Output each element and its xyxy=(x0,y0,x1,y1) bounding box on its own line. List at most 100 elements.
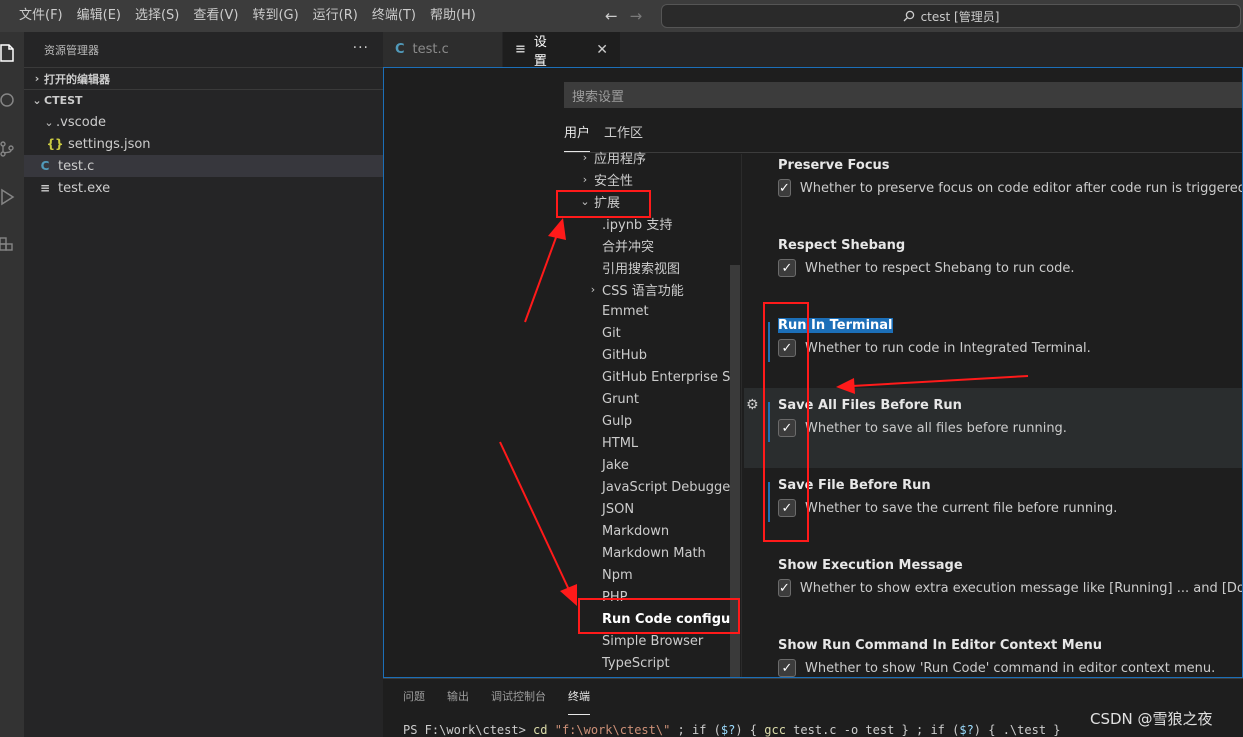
toc-item-references-view[interactable]: 引用搜索视图 xyxy=(564,256,739,278)
tab-output[interactable]: 输出 xyxy=(447,679,469,715)
setting-description: Whether to save the current file before … xyxy=(805,500,1118,516)
show-execution-message-checkbox[interactable]: ✓ xyxy=(778,579,791,597)
toc-label: TypeScript xyxy=(602,655,670,671)
menu-run[interactable]: 运行(R) xyxy=(306,0,365,32)
terminal-text: ; if ( xyxy=(670,723,721,737)
toc-item-emmet[interactable]: Emmet xyxy=(564,300,739,322)
setting-run-in-terminal: Run In Terminal ✓ Whether to run code in … xyxy=(744,308,1242,388)
toc-item-github-enterprise[interactable]: GitHub Enterprise Ser... xyxy=(564,366,739,388)
annotation-box-run-code xyxy=(578,598,740,634)
tab-problems[interactable]: 问题 xyxy=(403,679,425,715)
files-icon[interactable] xyxy=(0,44,16,62)
setting-description: Whether to show 'Run Code' command in ed… xyxy=(805,660,1216,676)
chevron-down-icon: ⌄ xyxy=(32,94,42,107)
tree-item-settings-json[interactable]: {} settings.json xyxy=(24,133,383,155)
tab-label: 设置 xyxy=(533,34,547,69)
tree-item-vscode-folder[interactable]: ⌄ .vscode xyxy=(24,111,383,133)
tab-terminal[interactable]: 终端 xyxy=(568,679,590,715)
toc-item-html[interactable]: HTML xyxy=(564,432,739,454)
annotation-box-extensions xyxy=(556,190,651,218)
settings-search-input[interactable]: 搜索设置 xyxy=(564,82,1242,108)
setting-title: Show Execution Message xyxy=(778,558,963,573)
setting-description: Whether to preserve focus on code editor… xyxy=(799,180,1243,196)
menu-edit[interactable]: 编辑(E) xyxy=(70,0,128,32)
menu-go[interactable]: 转到(G) xyxy=(245,0,305,32)
more-actions-icon[interactable]: ··· xyxy=(353,40,369,56)
toc-item-github[interactable]: GitHub xyxy=(564,344,739,366)
toc-label: 合并冲突 xyxy=(602,239,655,255)
toc-label: 应用程序 xyxy=(594,151,647,167)
toc-item-git[interactable]: Git xyxy=(564,322,739,344)
setting-description: Whether to show extra execution message … xyxy=(799,580,1243,596)
back-arrow-icon[interactable]: ← xyxy=(605,7,618,25)
menu-file[interactable]: 文件(F) xyxy=(12,0,70,32)
toc-separator xyxy=(741,154,742,677)
binary-file-icon: ≡ xyxy=(39,181,51,195)
preserve-focus-checkbox[interactable]: ✓ xyxy=(778,179,791,197)
toc-item-css[interactable]: › CSS 语言功能 xyxy=(564,278,739,300)
watermark: CSDN @雪狼之夜 xyxy=(1090,710,1213,728)
toc-item-grunt[interactable]: Grunt xyxy=(564,388,739,410)
terminal-text: ) { .\test } xyxy=(973,723,1061,737)
setting-show-run-command: Show Run Command In Editor Context Menu … xyxy=(744,628,1242,677)
toc-label: Markdown Math xyxy=(602,545,706,561)
menu-selection[interactable]: 选择(S) xyxy=(128,0,186,32)
activity-bar xyxy=(0,32,24,737)
search-icon[interactable] xyxy=(0,92,16,110)
forward-arrow-icon[interactable]: → xyxy=(630,7,643,25)
json-file-icon: {} xyxy=(46,137,64,151)
menu-bar: 文件(F) 编辑(E) 选择(S) 查看(V) 转到(G) 运行(R) 终端(T… xyxy=(0,0,483,32)
toc-item-npm[interactable]: Npm xyxy=(564,564,739,586)
setting-title: Save All Files Before Run xyxy=(778,398,962,413)
show-run-command-checkbox[interactable]: ✓ xyxy=(778,659,796,677)
respect-shebang-checkbox[interactable]: ✓ xyxy=(778,259,796,277)
menu-help[interactable]: 帮助(H) xyxy=(423,0,483,32)
source-control-icon[interactable] xyxy=(0,140,16,158)
setting-save-file: Save File Before Run ✓ Whether to save th… xyxy=(744,468,1242,548)
setting-title: Preserve Focus xyxy=(778,158,890,173)
settings-toc: › 应用程序 › 安全性 ⌄ 扩展 .ipynb 支持 合并冲突 引用搜索视图 › CS… xyxy=(564,146,739,676)
toc-label: HTML xyxy=(602,435,639,451)
chevron-right-icon: › xyxy=(590,282,596,296)
workspace-section[interactable]: ⌄ CTEST xyxy=(24,89,383,111)
terminal-text: test.c -o test } ; if ( xyxy=(785,723,960,737)
toc-item-jake[interactable]: Jake xyxy=(564,454,739,476)
command-center[interactable]: ctest [管理员] xyxy=(661,4,1241,28)
toc-item-gulp[interactable]: Gulp xyxy=(564,410,739,432)
tree-item-label: test.exe xyxy=(58,180,111,196)
workspace-label: CTEST xyxy=(44,94,83,107)
toc-item-security[interactable]: › 安全性 xyxy=(564,168,739,190)
extensions-icon[interactable] xyxy=(0,236,16,254)
navigation-arrows: ← → xyxy=(605,0,642,32)
run-debug-icon[interactable] xyxy=(0,188,16,206)
toc-item-json[interactable]: JSON xyxy=(564,498,739,520)
terminal-output[interactable]: PS F:\work\ctest> cd "f:\work\ctest\" ; … xyxy=(403,723,1061,737)
setting-description: Whether to run code in Integrated Termin… xyxy=(805,340,1091,356)
toc-item-markdown-math[interactable]: Markdown Math xyxy=(564,542,739,564)
toc-item-application[interactable]: › 应用程序 xyxy=(564,146,739,168)
close-icon[interactable]: ✕ xyxy=(596,42,608,58)
toc-label: 安全性 xyxy=(594,173,634,189)
setting-show-execution-message: Show Execution Message ✓ Whether to show … xyxy=(744,548,1243,628)
editor-tabs: C test.c ≡ 设置 ✕ xyxy=(383,32,1243,69)
tab-debug-console[interactable]: 调试控制台 xyxy=(491,679,546,715)
toc-item-merge-conflict[interactable]: 合并冲突 xyxy=(564,234,739,256)
gear-icon[interactable]: ⚙ xyxy=(746,397,759,413)
menu-terminal[interactable]: 终端(T) xyxy=(365,0,423,32)
toc-item-js-debugger[interactable]: JavaScript Debugger xyxy=(564,476,739,498)
tab-settings[interactable]: ≡ 设置 ✕ xyxy=(503,32,621,69)
tree-item-test-exe[interactable]: ≡ test.exe xyxy=(24,177,383,199)
tab-test-c[interactable]: C test.c xyxy=(383,32,503,67)
tree-item-test-c[interactable]: C test.c xyxy=(24,155,383,177)
menu-view[interactable]: 查看(V) xyxy=(186,0,245,32)
open-editors-section[interactable]: › 打开的编辑器 xyxy=(24,67,383,89)
toc-label: Markdown xyxy=(602,523,670,539)
terminal-prompt: PS F:\work\ctest> xyxy=(403,723,534,737)
toc-item-markdown[interactable]: Markdown xyxy=(564,520,739,542)
explorer-sidebar: 资源管理器 ··· › 打开的编辑器 ⌄ CTEST ⌄ .vscode {} … xyxy=(24,32,383,737)
toc-label: Jake xyxy=(602,457,629,473)
toc-label: GitHub Enterprise Ser... xyxy=(602,369,739,385)
toc-item-typescript[interactable]: TypeScript xyxy=(564,652,739,674)
toc-label: Git xyxy=(602,325,621,341)
terminal-cmd: cd xyxy=(533,723,548,737)
